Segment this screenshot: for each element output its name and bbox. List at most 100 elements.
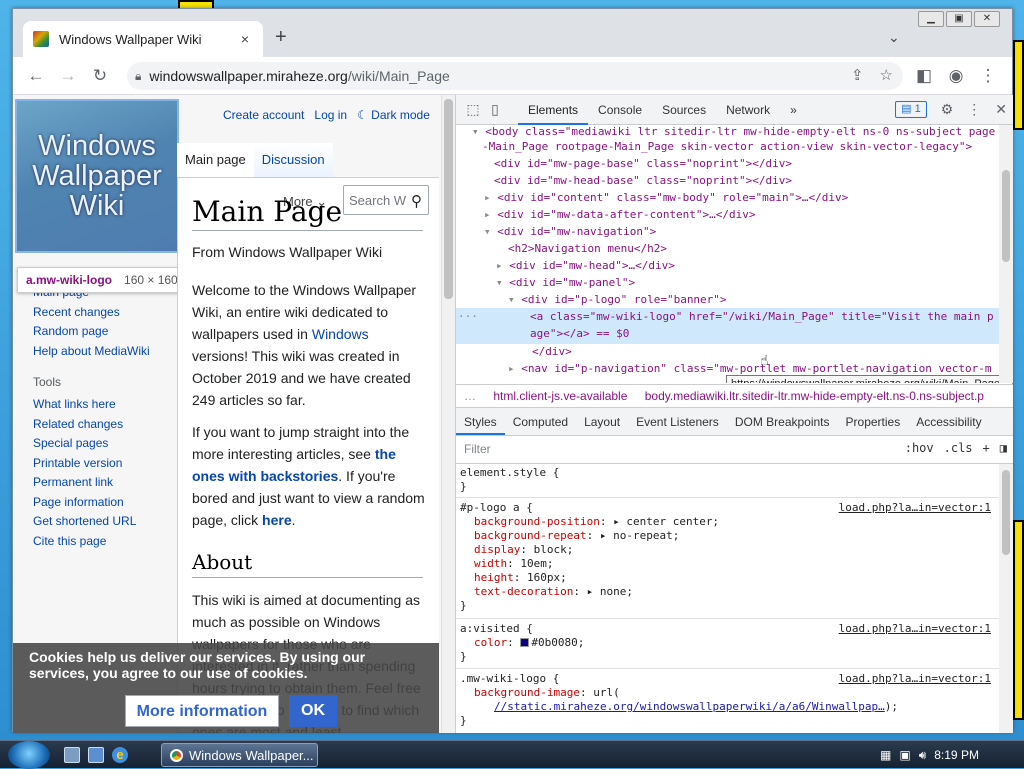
tab-computed[interactable]: Computed	[505, 408, 576, 435]
sidebar-item-cite-page[interactable]: Cite this page	[33, 532, 150, 552]
tab-styles[interactable]: Styles	[456, 408, 505, 435]
sidebar-item-what-links-here[interactable]: What links here	[33, 395, 150, 415]
tab-main-page[interactable]: Main page	[177, 143, 254, 177]
sidebar-item-random-page[interactable]: Random page	[33, 322, 150, 342]
page-scrollbar-thumb[interactable]	[444, 99, 453, 299]
reload-icon[interactable]: ↻	[89, 65, 111, 87]
tab-dom-breakpoints[interactable]: DOM Breakpoints	[727, 408, 838, 435]
rule-selector[interactable]: element.style {	[460, 466, 995, 480]
css-declaration[interactable]: width: 10em;	[460, 557, 995, 571]
browser-menu-icon[interactable]: ⋮	[977, 65, 999, 87]
dom-line[interactable]: <div id="mw-page-base" class="noprint"><…	[494, 155, 792, 172]
sidebar-item-shortened-url[interactable]: Get shortened URL	[33, 512, 150, 532]
tab-network[interactable]: Network	[716, 95, 780, 125]
maximize-button[interactable]: ▣	[946, 11, 972, 27]
dom-line[interactable]: ▸ <div id="content" class="mw-body" role…	[484, 189, 848, 206]
log-in-link[interactable]: Log in	[314, 108, 347, 122]
search-icon[interactable]: ⚲	[411, 192, 422, 210]
bookmark-star-icon[interactable]: ☆	[880, 66, 893, 84]
selected-dom-line-end[interactable]: age"></a> == $0	[530, 325, 629, 342]
tab-elements[interactable]: Elements	[518, 95, 589, 125]
issues-badge[interactable]: ▤ 1	[895, 101, 927, 118]
side-panel-icon[interactable]: ◧	[913, 65, 935, 87]
filter-input[interactable]: Filter	[464, 442, 491, 456]
rule-source-link[interactable]: load.php?la…in=vector:1	[839, 672, 991, 685]
styles-scrollbar-thumb[interactable]	[1002, 470, 1010, 555]
dom-scrollbar-thumb[interactable]	[1002, 170, 1010, 262]
volume-icon[interactable]: 🔊︎	[919, 748, 927, 763]
address-bar[interactable]: 🔒︎ windowswallpaper.miraheze.org/wiki/Ma…	[127, 62, 903, 90]
share-icon[interactable]: ⇪	[851, 66, 864, 84]
css-declaration[interactable]: height: 160px;	[460, 571, 995, 585]
sidebar-item-permanent-link[interactable]: Permanent link	[33, 473, 150, 493]
tab-close-icon[interactable]: ×	[237, 31, 253, 47]
rule-source-link[interactable]: load.php?la…in=vector:1	[839, 622, 991, 635]
switch-windows-icon[interactable]	[88, 747, 104, 763]
search-input[interactable]: Search W ⚲	[343, 185, 429, 215]
css-declaration[interactable]: background-image: url(	[460, 686, 995, 700]
tab-search-icon[interactable]: ⌄	[888, 29, 900, 46]
show-desktop-icon[interactable]	[64, 747, 80, 763]
more-tabs-chevron[interactable]: »	[780, 95, 807, 125]
new-tab-button[interactable]: +	[275, 27, 287, 47]
dom-line[interactable]: ▾ <div id="mw-navigation">	[484, 223, 656, 240]
css-declaration[interactable]: background-position: ▸ center center;	[460, 515, 995, 529]
wiki-logo[interactable]: Windows Wallpaper Wiki	[15, 99, 179, 253]
create-account-link[interactable]: Create account	[223, 108, 304, 122]
sidebar-item-printable-version[interactable]: Printable version	[33, 454, 150, 474]
close-devtools-icon[interactable]: ✕	[995, 101, 1007, 118]
windows-link[interactable]: Windows	[312, 326, 369, 342]
sidebar-item-related-changes[interactable]: Related changes	[33, 415, 150, 435]
class-toggle[interactable]: .cls	[944, 441, 973, 455]
breadcrumb-item-html[interactable]: html.client-js.ve-available	[493, 389, 627, 403]
sidebar-item-special-pages[interactable]: Special pages	[33, 434, 150, 454]
dom-line[interactable]: ▸ <div id="mw-data-after-content">…</div…	[484, 206, 756, 223]
node-menu-dots-icon[interactable]: ···	[458, 308, 478, 325]
dom-line[interactable]: ▾ <div id="mw-panel">	[496, 274, 635, 291]
dom-scrollbar[interactable]	[999, 125, 1013, 383]
toggle-sidebar-icon[interactable]: ◨	[1000, 441, 1007, 455]
sidebar-item-help[interactable]: Help about MediaWiki	[33, 342, 150, 362]
hover-state-toggle[interactable]: :hov	[905, 441, 934, 455]
clock[interactable]: 8:19 PM	[934, 748, 979, 762]
dom-line[interactable]: ▸ <div id="mw-head">…</div>	[496, 257, 675, 274]
tab-event-listeners[interactable]: Event Listeners	[628, 408, 727, 435]
sidebar-item-page-information[interactable]: Page information	[33, 493, 150, 513]
dom-line[interactable]: ▾ <div id="p-logo" role="banner">	[508, 291, 727, 308]
dom-line[interactable]: <div id="mw-head-base" class="noprint"><…	[494, 172, 792, 189]
lock-icon[interactable]: 🔒︎	[135, 69, 141, 84]
profile-avatar-icon[interactable]: ◉	[945, 65, 967, 87]
sidebar-item-recent-changes[interactable]: Recent changes	[33, 303, 150, 323]
taskbar-item-chrome[interactable]: Windows Wallpaper...	[161, 743, 318, 767]
css-declaration[interactable]: text-decoration: ▸ none;	[460, 585, 995, 599]
dom-line[interactable]: -Main_Page rootpage-Main_Page skin-vecto…	[482, 138, 972, 155]
internet-explorer-icon[interactable]: e	[112, 747, 128, 763]
new-rule-button[interactable]: +	[983, 441, 990, 455]
forward-arrow-icon[interactable]: →	[57, 65, 79, 87]
tab-properties[interactable]: Properties	[838, 408, 909, 435]
dom-line[interactable]: </div>	[532, 343, 572, 360]
inspect-element-icon[interactable]: ⬚	[462, 101, 484, 118]
random-here-link[interactable]: here	[262, 512, 292, 528]
minimize-button[interactable]: ▁	[918, 11, 944, 27]
selected-dom-line[interactable]: <a class="mw-wiki-logo" href="/wiki/Main…	[530, 308, 994, 325]
rule-source-link[interactable]: load.php?la…in=vector:1	[839, 501, 991, 514]
browser-tab[interactable]: Windows Wallpaper Wiki ×	[23, 21, 263, 57]
cookie-ok-button[interactable]: OK	[289, 695, 337, 727]
device-toolbar-icon[interactable]: ▯	[484, 101, 506, 118]
back-arrow-icon[interactable]: ←	[25, 65, 47, 87]
tab-accessibility[interactable]: Accessibility	[908, 408, 989, 435]
tab-layout[interactable]: Layout	[576, 408, 628, 435]
start-button[interactable]	[8, 741, 50, 769]
dom-line[interactable]: <h2>Navigation menu</h2>	[508, 240, 667, 257]
color-swatch[interactable]	[520, 638, 530, 647]
tab-sources[interactable]: Sources	[652, 95, 716, 125]
background-image-url[interactable]: //static.miraheze.org/windowswallpaperwi…	[494, 700, 885, 713]
css-declaration[interactable]: display: block;	[460, 543, 995, 557]
tab-discussion[interactable]: Discussion	[253, 143, 333, 177]
more-information-button[interactable]: More information	[125, 695, 279, 727]
css-declaration[interactable]: background-repeat: ▸ no-repeat;	[460, 529, 995, 543]
styles-scrollbar[interactable]	[999, 464, 1013, 733]
close-window-button[interactable]: ✕	[974, 11, 1000, 27]
breadcrumb-item-body[interactable]: body.mediawiki.ltr.sitedir-ltr.mw-hide-e…	[645, 389, 984, 403]
